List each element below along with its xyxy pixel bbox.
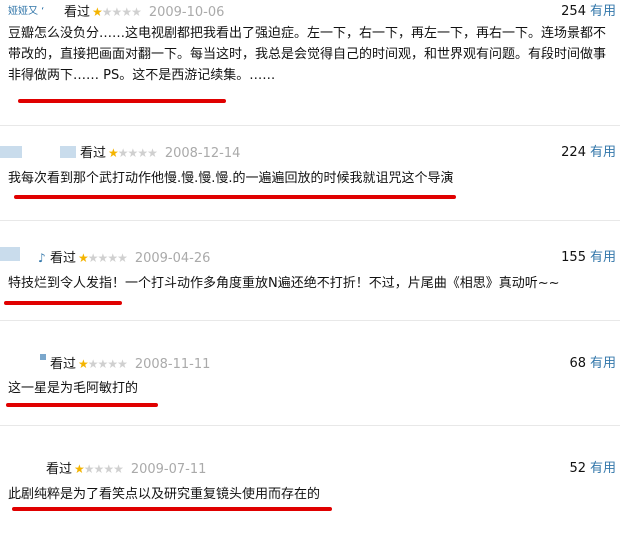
star-empty-icon: ★ [103,462,114,476]
avatar[interactable] [0,146,22,158]
avatar[interactable] [0,247,20,261]
useful-button[interactable]: 有用 [590,356,616,371]
rating-stars: ★★★★★ [78,354,128,375]
review-date: 2009-10-06 [148,5,225,20]
review-meta: 看过 ★★★★★ 2009-04-26 [50,248,210,268]
star-empty-icon: ★ [107,251,118,265]
vote-number: 68 [569,356,586,371]
star-empty-icon: ★ [121,5,132,19]
rating-stars: ★★★★★ [92,2,142,23]
star-empty-icon: ★ [137,146,148,160]
avatar[interactable] [60,146,76,158]
seen-label: 看过 [50,357,77,372]
star-empty-icon: ★ [93,462,105,476]
review-text: 此剧纯粹是为了看笑点以及研究重复镜头使用而存在的 [8,487,321,502]
star-filled-icon: ★ [78,357,89,371]
divider [0,320,620,321]
red-underline-annotation [6,403,158,407]
review-meta: 看过 ★★★★★ 2008-12-14 [80,143,240,163]
star-empty-icon: ★ [117,357,128,371]
rating-stars: ★★★★★ [74,459,124,480]
star-empty-icon: ★ [113,462,124,476]
vote-number: 155 [561,250,586,265]
review-text: 豆瓣怎么没负分……这电视剧都把我看出了强迫症。左一下，右一下，再左一下，再右一下… [8,26,607,83]
vote-count: 52 有用 [569,459,616,479]
rating-stars: ★★★★★ [78,248,128,269]
red-underline-annotation [4,301,122,305]
divider [0,220,620,221]
star-filled-icon: ★ [74,462,85,476]
review-meta: 看过 ★★★★★ 2009-07-11 [46,459,206,479]
review-date: 2008-12-14 [164,146,241,161]
star-empty-icon: ★ [111,5,123,19]
star-filled-icon: ★ [108,146,119,160]
useful-button[interactable]: 有用 [590,4,616,19]
red-underline-annotation [12,507,332,511]
star-empty-icon: ★ [87,251,99,265]
seen-label: 看过 [64,5,91,20]
useful-button[interactable]: 有用 [590,250,616,265]
user-name-fragment[interactable]: ♪ [38,248,46,268]
user-name-fragment[interactable]: 娅娅又 ‘ [8,2,44,22]
user-name-fragment[interactable] [40,354,46,360]
vote-count: 224 有用 [561,143,616,163]
vote-count: 254 有用 [561,2,616,22]
seen-label: 看过 [80,146,107,161]
review-date: 2008-11-11 [134,357,211,372]
vote-count: 155 有用 [561,248,616,268]
star-empty-icon: ★ [97,357,109,371]
seen-label: 看过 [46,462,73,477]
vote-number: 52 [569,461,586,476]
star-empty-icon: ★ [101,5,113,19]
star-filled-icon: ★ [92,5,103,19]
rating-stars: ★★★★★ [108,143,158,164]
review-meta: 看过 ★★★★★ 2009-10-06 [64,2,224,22]
star-empty-icon: ★ [127,146,139,160]
star-empty-icon: ★ [117,251,128,265]
review-text: 这一星是为毛阿敏打的 [8,381,139,396]
review-date: 2009-07-11 [130,462,207,477]
red-underline-annotation [14,195,456,199]
useful-button[interactable]: 有用 [590,461,616,476]
useful-button[interactable]: 有用 [590,145,616,160]
review-text: 我每次看到那个武打动作他慢.慢.慢.慢.的一遍遍回放的时候我就诅咒这个导演 [8,171,454,186]
star-empty-icon: ★ [83,462,95,476]
divider [0,125,620,126]
star-empty-icon: ★ [147,146,158,160]
vote-count: 68 有用 [569,354,616,374]
star-empty-icon: ★ [87,357,99,371]
star-filled-icon: ★ [78,251,89,265]
vote-number: 224 [561,145,586,160]
review-text: 特技烂到令人发指！一个打斗动作多角度重放N遍还绝不打折！不过，片尾曲《相思》真动… [8,276,560,291]
star-empty-icon: ★ [131,5,142,19]
red-underline-annotation [18,99,226,103]
review-date: 2009-04-26 [134,251,211,266]
star-empty-icon: ★ [117,146,129,160]
star-empty-icon: ★ [107,357,118,371]
seen-label: 看过 [50,251,77,266]
star-empty-icon: ★ [97,251,109,265]
review-meta: 看过 ★★★★★ 2008-11-11 [50,354,210,374]
vote-number: 254 [561,4,586,19]
divider [0,425,620,426]
